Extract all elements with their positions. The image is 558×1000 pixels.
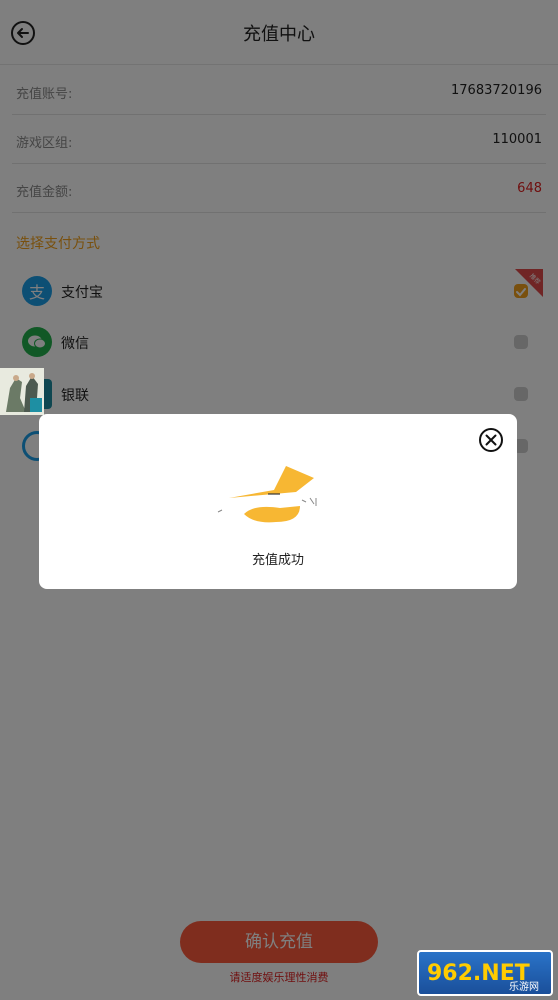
success-illustration-icon bbox=[214, 462, 344, 532]
site-watermark-logo: 962.NET 乐游网 bbox=[417, 950, 553, 996]
success-message: 充值成功 bbox=[251, 553, 304, 568]
recharge-screen: 充值中心 充值账号: 17683720196 游戏区组: 110001 充值金额… bbox=[0, 0, 558, 1000]
close-button[interactable] bbox=[478, 427, 504, 453]
close-icon bbox=[479, 428, 503, 452]
success-dialog: 充值成功 bbox=[39, 414, 517, 589]
watermark-subtext: 乐游网 bbox=[509, 980, 539, 993]
floating-thumbnail[interactable] bbox=[0, 368, 44, 415]
